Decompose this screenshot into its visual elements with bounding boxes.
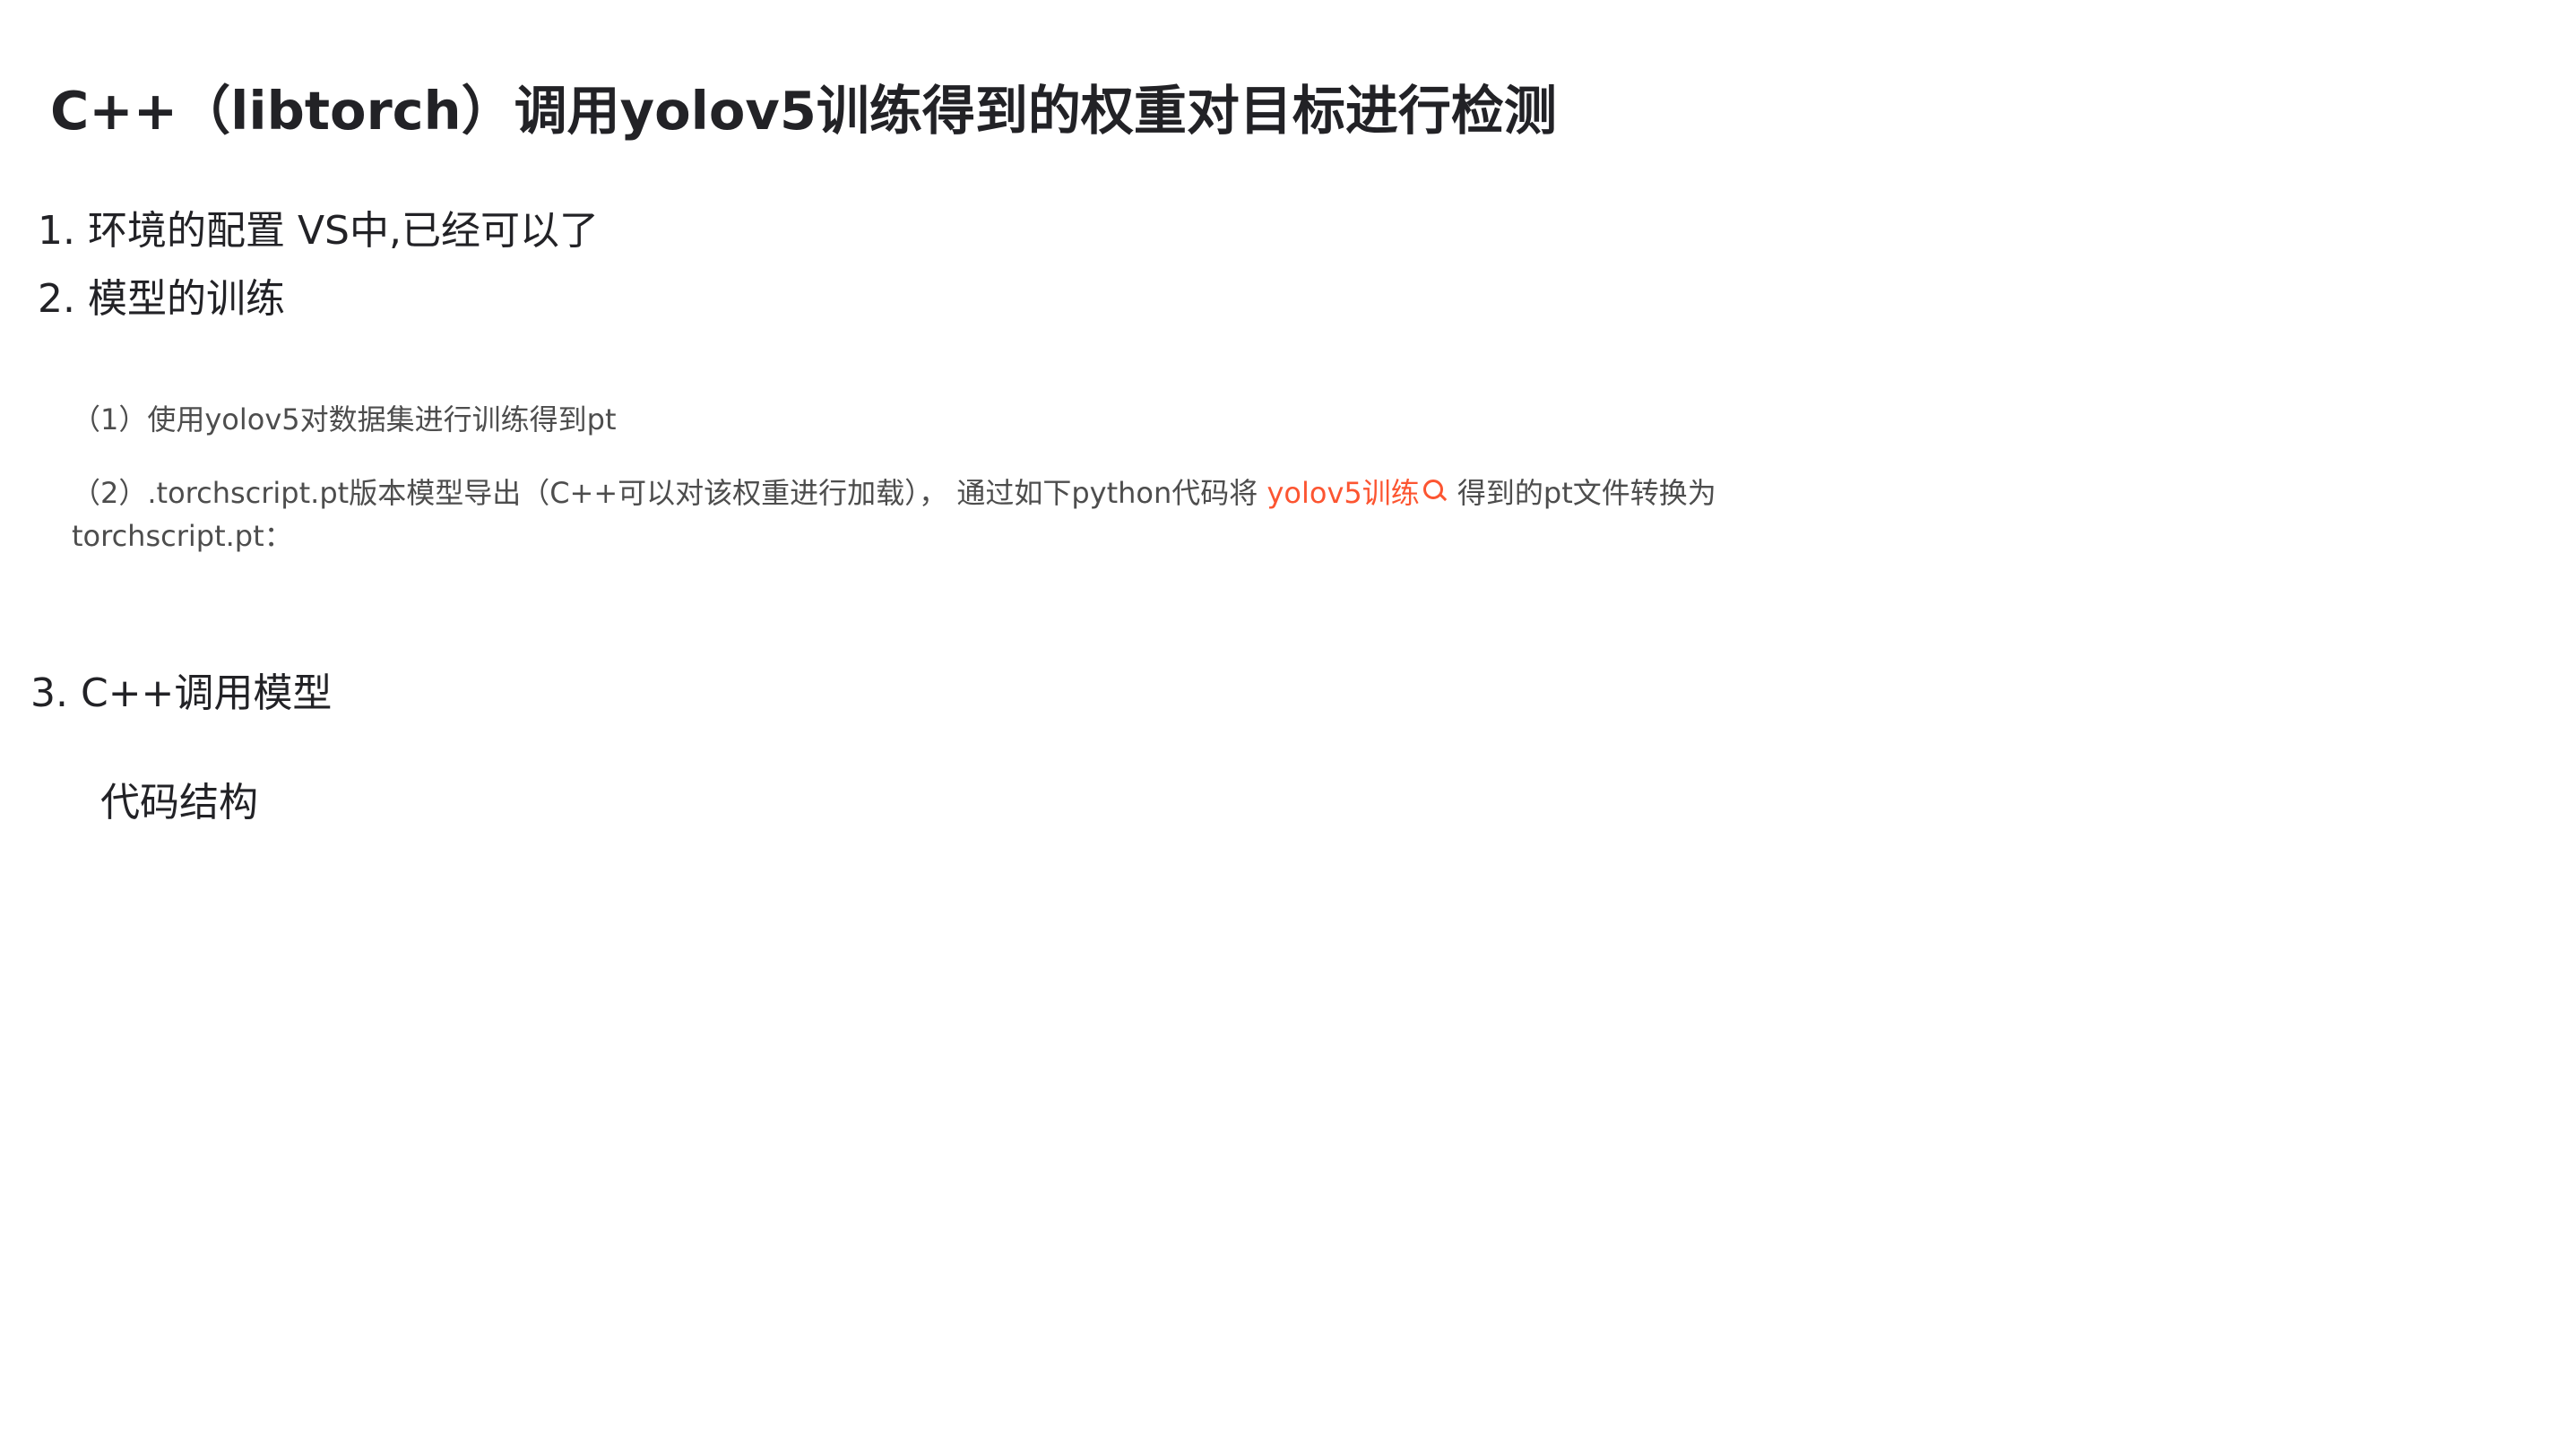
training-step-1: （1）使用yolov5对数据集进行训练得到pt: [72, 402, 617, 436]
search-icon: [1422, 478, 1445, 505]
training-step-2-continued: torchscript.pt：: [72, 519, 293, 553]
training-step-2-text-after: 得到的pt文件转换为: [1448, 476, 1716, 510]
keyword-search-link[interactable]: yolov5训练: [1266, 476, 1448, 510]
training-step-2: （2）.torchscript.pt版本模型导出（C++可以对该权重进行加载），…: [72, 471, 1716, 514]
section-heading-training: 2. 模型的训练: [38, 276, 285, 322]
training-step-2-text-before: （2）.torchscript.pt版本模型导出（C++可以对该权重进行加载），…: [72, 476, 1267, 510]
subheading-code-structure: 代码结构: [100, 780, 258, 825]
article-title: C++（libtorch）调用yolov5训练得到的权重对目标进行检测: [50, 80, 1557, 142]
keyword-search-link-label: yolov5训练: [1266, 476, 1420, 510]
section-heading-cpp-call: 3. C++调用模型: [30, 670, 333, 716]
section-heading-environment: 1. 环境的配置 VS中,已经可以了: [38, 208, 599, 254]
